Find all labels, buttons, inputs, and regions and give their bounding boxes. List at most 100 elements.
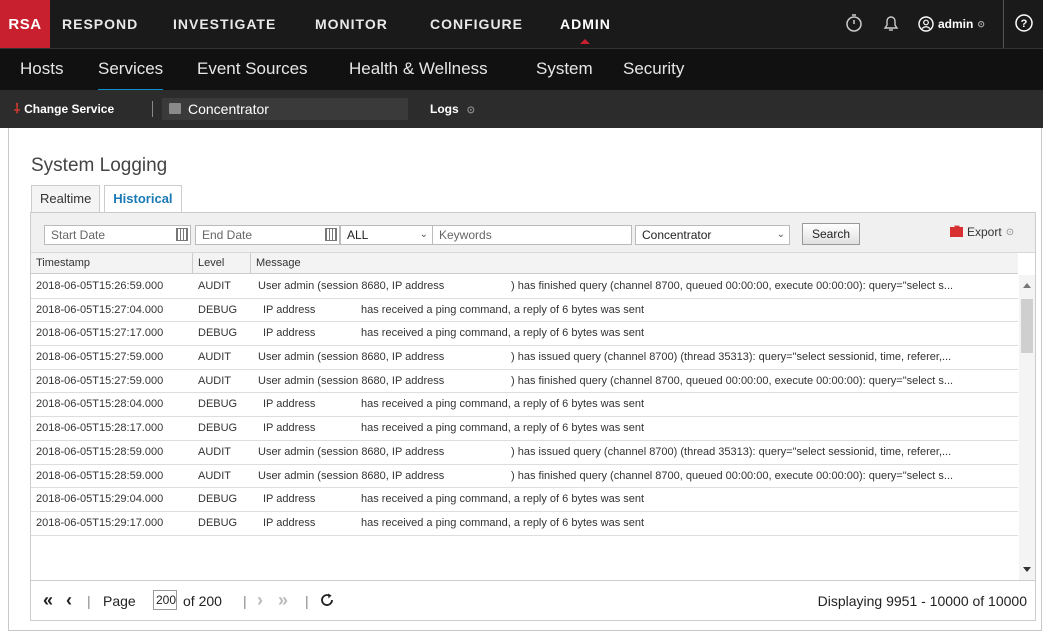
- refresh-icon[interactable]: [319, 592, 335, 608]
- pager: « ‹ | Page 200 of 200 | › » | Displaying…: [31, 580, 1035, 620]
- last-page-icon[interactable]: »: [278, 591, 288, 609]
- service-name: Concentrator: [188, 101, 269, 117]
- message-text-cell: ) has issued query (channel 8700) (threa…: [511, 445, 952, 458]
- display-range: Displaying 9951 - 10000 of 10000: [817, 593, 1027, 609]
- message-source-cell: User admin (session 8680, IP address: [258, 351, 445, 364]
- calendar-icon[interactable]: [176, 228, 188, 241]
- message-source-cell: User admin (session 8680, IP address: [258, 280, 445, 292]
- svg-text:?: ?: [1021, 18, 1028, 30]
- bell-icon[interactable]: [880, 12, 902, 34]
- keywords-input[interactable]: Keywords: [432, 225, 632, 245]
- column-header-timestamp[interactable]: Timestamp: [31, 253, 193, 274]
- column-header-level[interactable]: Level: [193, 253, 251, 274]
- rsa-logo[interactable]: RSA: [0, 0, 50, 48]
- message-text-cell: has received a ping command, a reply of …: [361, 327, 645, 340]
- message-source-cell: IP address: [263, 303, 316, 316]
- nav-configure[interactable]: CONFIGURE: [430, 0, 523, 48]
- table-row[interactable]: 2018-06-05T15:27:59.000 AUDIT User admin (…: [31, 369, 1018, 394]
- level-cell: DEBUG: [198, 327, 238, 340]
- table-row[interactable]: 2018-06-05T15:28:04.000 DEBUG IP address ha…: [31, 393, 1018, 418]
- scroll-down-icon[interactable]: [1023, 567, 1031, 572]
- message-source-cell: IP address: [263, 422, 316, 435]
- user-name: admin: [938, 17, 974, 31]
- export-label: Export: [967, 225, 1002, 239]
- divider: [1003, 0, 1004, 48]
- start-date-placeholder: Start Date: [51, 228, 106, 242]
- table-row[interactable]: 2018-06-05T15:27:17.000 DEBUG IP address ha…: [31, 322, 1018, 347]
- logs-menu[interactable]: Logs ⊙: [430, 90, 475, 128]
- timestamp-cell: 2018-06-05T15:29:17.000: [36, 516, 164, 529]
- nav-respond[interactable]: RESPOND: [62, 0, 138, 48]
- nav-admin[interactable]: ADMIN: [560, 0, 611, 48]
- timestamp-cell: 2018-06-05T15:28:59.000: [36, 445, 164, 458]
- nav-monitor[interactable]: MONITOR: [315, 0, 388, 48]
- scroll-up-icon[interactable]: [1023, 283, 1031, 288]
- pager-divider: |: [305, 593, 309, 609]
- page-number-input[interactable]: 200: [153, 590, 177, 610]
- timestamp-cell: 2018-06-05T15:28:04.000: [36, 398, 164, 411]
- level-select[interactable]: ALL ⌄: [340, 225, 433, 245]
- pager-divider: |: [243, 593, 247, 609]
- subnav-health-wellness[interactable]: Health & Wellness: [349, 49, 488, 91]
- level-cell: DEBUG: [198, 516, 238, 529]
- message-text-cell: ) has finished query (channel 8700, queu…: [511, 280, 954, 292]
- timestamp-cell: 2018-06-05T15:27:59.000: [36, 351, 164, 364]
- nav-investigate[interactable]: INVESTIGATE: [173, 0, 276, 48]
- export-menu[interactable]: Export ⊙: [950, 225, 1014, 239]
- calendar-icon[interactable]: [325, 228, 337, 241]
- timer-icon[interactable]: [843, 12, 865, 34]
- prev-page-icon[interactable]: ‹: [66, 591, 72, 609]
- tab-realtime[interactable]: Realtime: [31, 185, 101, 212]
- message-source-cell: IP address: [263, 398, 316, 411]
- grid-header: Timestamp Level Message: [31, 253, 1018, 274]
- tab-historical[interactable]: Historical: [104, 185, 182, 212]
- logs-label: Logs: [430, 102, 459, 116]
- subnav-services[interactable]: Services: [98, 49, 164, 91]
- table-row[interactable]: 2018-06-05T15:28:59.000 AUDIT User admin (…: [31, 441, 1018, 465]
- first-page-icon[interactable]: «: [43, 591, 53, 609]
- level-cell: AUDIT: [198, 351, 231, 364]
- level-cell: AUDIT: [198, 445, 231, 458]
- subnav-hosts[interactable]: Hosts: [20, 49, 63, 91]
- message-source-cell: IP address: [263, 493, 316, 506]
- table-row[interactable]: 2018-06-05T15:26:59.000 AUDIT User admin (…: [31, 275, 1018, 299]
- column-header-message[interactable]: Message: [251, 253, 1018, 274]
- message-text-cell: ) has issued query (channel 8700) (threa…: [511, 351, 952, 364]
- end-date-field[interactable]: End Date: [195, 225, 340, 245]
- table-row[interactable]: 2018-06-05T15:29:04.000 DEBUG IP address ha…: [31, 488, 1018, 512]
- scrollbar-thumb[interactable]: [1021, 299, 1033, 353]
- export-icon: [950, 227, 963, 237]
- service-select[interactable]: Concentrator ⌄: [635, 225, 790, 245]
- chevron-down-icon: ⌄: [419, 229, 428, 240]
- filter-toolbar: Start Date End Date ALL ⌄ Keywords Conce…: [31, 213, 1035, 253]
- level-cell: AUDIT: [198, 280, 231, 292]
- service-bar: ⸸ Change Service Concentrator Logs ⊙: [0, 90, 1043, 128]
- level-cell: AUDIT: [198, 374, 231, 387]
- subnav-event-sources[interactable]: Event Sources: [197, 49, 308, 91]
- level-cell: DEBUG: [198, 398, 238, 411]
- change-service-button[interactable]: ⸸ Change Service: [14, 90, 114, 128]
- search-button[interactable]: Search: [802, 223, 860, 245]
- subnav-security[interactable]: Security: [623, 49, 684, 91]
- app-root: RSA RESPOND INVESTIGATE MONITOR CONFIGUR…: [0, 0, 1043, 636]
- table-row[interactable]: 2018-06-05T15:28:59.000 AUDIT User admin (…: [31, 464, 1018, 489]
- divider: [152, 101, 153, 117]
- user-menu[interactable]: admin ⊙: [918, 0, 985, 48]
- table-row[interactable]: 2018-06-05T15:27:04.000 DEBUG IP address ha…: [31, 299, 1018, 323]
- keywords-placeholder: Keywords: [439, 228, 492, 242]
- table-row[interactable]: 2018-06-05T15:27:59.000 AUDIT User admin (…: [31, 346, 1018, 370]
- help-icon[interactable]: ?: [1013, 12, 1035, 34]
- table-row[interactable]: 2018-06-05T15:29:17.000 DEBUG IP address ha…: [31, 511, 1018, 536]
- message-text-cell: has received a ping command, a reply of …: [361, 398, 645, 411]
- start-date-field[interactable]: Start Date: [44, 225, 191, 245]
- level-cell: DEBUG: [198, 422, 238, 435]
- next-page-icon[interactable]: ›: [257, 591, 263, 609]
- page-label: Page: [103, 593, 136, 609]
- message-source-cell: User admin (session 8680, IP address: [258, 374, 445, 387]
- service-selector[interactable]: Concentrator: [162, 98, 408, 120]
- table-row[interactable]: 2018-06-05T15:28:17.000 DEBUG IP address ha…: [31, 417, 1018, 441]
- timestamp-cell: 2018-06-05T15:28:59.000: [36, 469, 164, 482]
- message-text-cell: has received a ping command, a reply of …: [361, 422, 645, 435]
- subnav-system[interactable]: System: [536, 49, 593, 91]
- vertical-scrollbar[interactable]: [1019, 275, 1035, 580]
